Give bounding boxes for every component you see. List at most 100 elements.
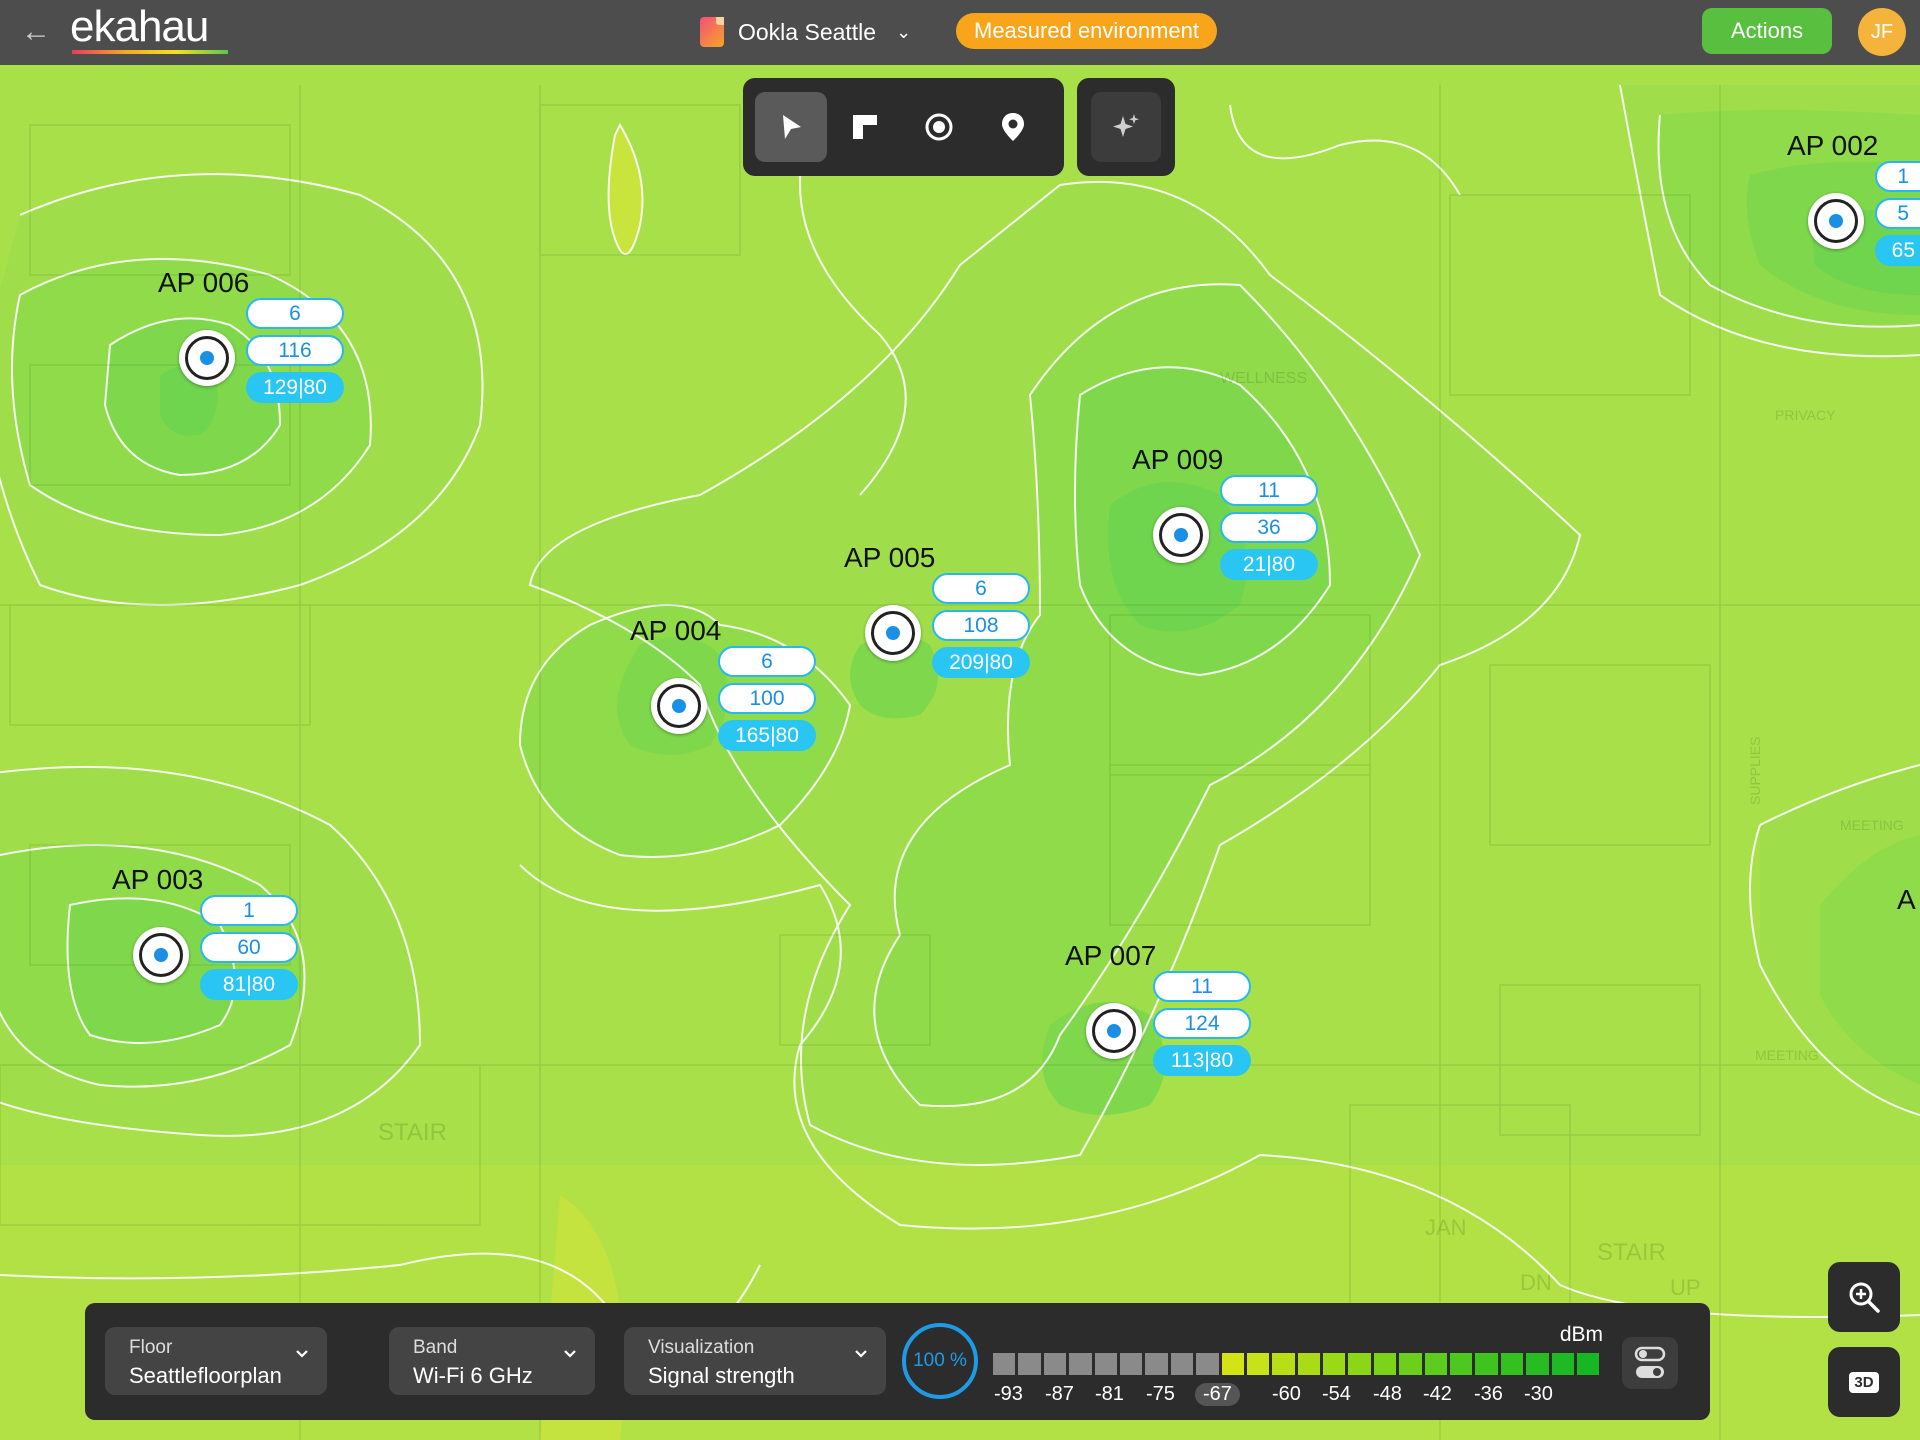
legend-color-bar[interactable] — [993, 1353, 1600, 1375]
visualization-label: Visualization — [648, 1337, 755, 1358]
legend-segment-active — [1323, 1353, 1346, 1375]
zoom-in-button[interactable] — [1828, 1262, 1900, 1332]
select-tool-button[interactable] — [755, 92, 827, 162]
ap-name: A — [1897, 884, 1916, 915]
legend-unit: dBm — [1559, 1323, 1603, 1346]
opacity-control[interactable]: 100 % — [902, 1323, 978, 1399]
3d-label: 3D — [1849, 1371, 1879, 1393]
ap-ratio: 113|80 — [1153, 1045, 1251, 1076]
band-label: Band — [413, 1337, 458, 1358]
magic-tool-panel — [1077, 78, 1175, 176]
ap-count: 100 — [718, 683, 816, 714]
band-dropdown[interactable]: Band Wi-Fi 6 GHz — [389, 1327, 595, 1395]
legend-segment-inactive — [1043, 1353, 1067, 1375]
floorplan-label-supplies: SUPPLIES — [1747, 737, 1763, 805]
floor-dropdown[interactable]: Floor Seattlefloorplan — [105, 1327, 327, 1395]
floorplan-label-privacy: PRIVACY — [1775, 407, 1836, 423]
legend-ticks: -93 -87 -81 -75 -67 -60 -54 -48 -42 -36 -30 — [993, 1383, 1603, 1411]
ap-marker-icon — [1092, 1009, 1136, 1053]
legend-segment-active — [1424, 1353, 1448, 1375]
legend-segment-active — [1500, 1353, 1524, 1375]
ap-channel: 6 — [718, 646, 816, 677]
chevron-down-icon: ⌄ — [896, 21, 912, 42]
legend-segment-inactive — [1094, 1353, 1117, 1375]
visualization-dropdown[interactable]: Visualization Signal strength — [624, 1327, 886, 1395]
ap-name: AP 007 — [1065, 940, 1157, 971]
ap-channel: 11 — [1153, 971, 1251, 1002]
legend-segment-active — [1551, 1353, 1574, 1375]
floorplan-label-meeting: MEETING — [1840, 817, 1904, 833]
ap-name: AP 003 — [112, 864, 204, 895]
legend-segment-inactive — [993, 1353, 1016, 1375]
ap-count: 124 — [1153, 1008, 1251, 1039]
bottom-control-bar: Floor Seattlefloorplan Band Wi-Fi 6 GHz … — [85, 1303, 1710, 1420]
area-tool-button[interactable] — [829, 92, 901, 162]
top-bar: ← ekahau Ookla Seattle ⌄ Measured enviro… — [0, 0, 1920, 65]
project-file-icon — [700, 17, 724, 47]
floorplan-label-stair: STAIR — [378, 1119, 447, 1146]
ap-count: 116 — [246, 335, 344, 366]
display-settings-button[interactable] — [1622, 1337, 1678, 1389]
legend-segment-active — [1526, 1353, 1549, 1375]
ap-marker-icon — [139, 933, 183, 977]
3d-view-button[interactable]: 3D — [1828, 1347, 1900, 1417]
ap-marker-icon — [657, 684, 701, 728]
legend-tick: -93 — [994, 1383, 1023, 1405]
project-name: Ookla Seattle — [738, 18, 877, 45]
ap-info-stack[interactable]: 1 5 65 — [1875, 161, 1920, 273]
legend-segment-active — [1475, 1353, 1498, 1375]
legend-tick: -48 — [1373, 1383, 1402, 1405]
avatar[interactable]: JF — [1858, 8, 1906, 56]
environment-badge[interactable]: Measured environment — [956, 13, 1218, 49]
ap-channel: 6 — [932, 573, 1030, 604]
ap-marker-icon — [1814, 199, 1858, 243]
ap-marker[interactable] — [133, 927, 189, 983]
sparkle-icon — [1113, 114, 1139, 137]
ap-name: AP 005 — [844, 542, 936, 573]
back-button[interactable]: ← — [18, 14, 54, 50]
ap-name: AP 004 — [630, 615, 722, 646]
legend-tick: -87 — [1045, 1383, 1074, 1405]
ap-channel: 1 — [1875, 161, 1920, 192]
floor-value: Seattlefloorplan — [129, 1363, 282, 1388]
legend-segment-active — [1246, 1353, 1270, 1375]
ap-marker[interactable] — [179, 330, 235, 386]
legend-tick: -54 — [1322, 1383, 1351, 1405]
legend-tick: -60 — [1272, 1383, 1301, 1405]
ap-ratio: 129|80 — [246, 372, 344, 403]
legend-tick: -81 — [1095, 1383, 1124, 1405]
ap-marker[interactable] — [651, 678, 707, 734]
legend-tick: -36 — [1474, 1383, 1503, 1405]
legend-segment-inactive — [1196, 1353, 1219, 1375]
tool-palette — [743, 78, 1064, 176]
legend-tick: -30 — [1524, 1383, 1553, 1405]
signal-legend[interactable]: dBm -93 -87 -81 -75 -67 -60 -54 -48 -42 -36 -30 — [993, 1319, 1603, 1409]
logo-underline — [72, 50, 228, 54]
floorplan-label-meeting: MEETING — [1755, 1047, 1819, 1063]
floorplan-label-wellness: WELLNESS — [1220, 370, 1307, 387]
legend-segment-inactive — [1145, 1353, 1168, 1375]
actions-button[interactable]: Actions — [1702, 8, 1832, 54]
legend-segment-active — [1399, 1353, 1422, 1375]
arrow-left-icon: ← — [21, 15, 51, 48]
ap-ratio: 21|80 — [1220, 549, 1318, 580]
ap-marker[interactable] — [1086, 1003, 1142, 1059]
ap-marker[interactable] — [865, 605, 921, 661]
ap-count: 36 — [1220, 512, 1318, 543]
ap-ratio: 65 — [1875, 235, 1920, 266]
ap-tool-button[interactable] — [903, 92, 975, 162]
chevron-down-icon — [564, 1350, 576, 1358]
legend-segment-inactive — [1119, 1353, 1143, 1375]
pin-tool-button[interactable] — [977, 92, 1049, 162]
heatmap-canvas[interactable]: STAIR STAIR JAN WELLNESS PRIVACY MEETING… — [0, 65, 1920, 1440]
ap-name: AP 002 — [1787, 130, 1879, 161]
pointer-icon — [783, 115, 801, 139]
ap-channel: 11 — [1220, 475, 1318, 506]
band-value: Wi-Fi 6 GHz — [413, 1363, 533, 1388]
auto-tool-button[interactable] — [1091, 92, 1161, 162]
legend-segment-inactive — [1170, 1353, 1194, 1375]
project-selector[interactable]: Ookla Seattle ⌄ — [700, 12, 911, 52]
ap-marker[interactable] — [1808, 193, 1864, 249]
ap-marker[interactable] — [1153, 507, 1209, 563]
floorplan-label-up: UP — [1670, 1275, 1701, 1300]
